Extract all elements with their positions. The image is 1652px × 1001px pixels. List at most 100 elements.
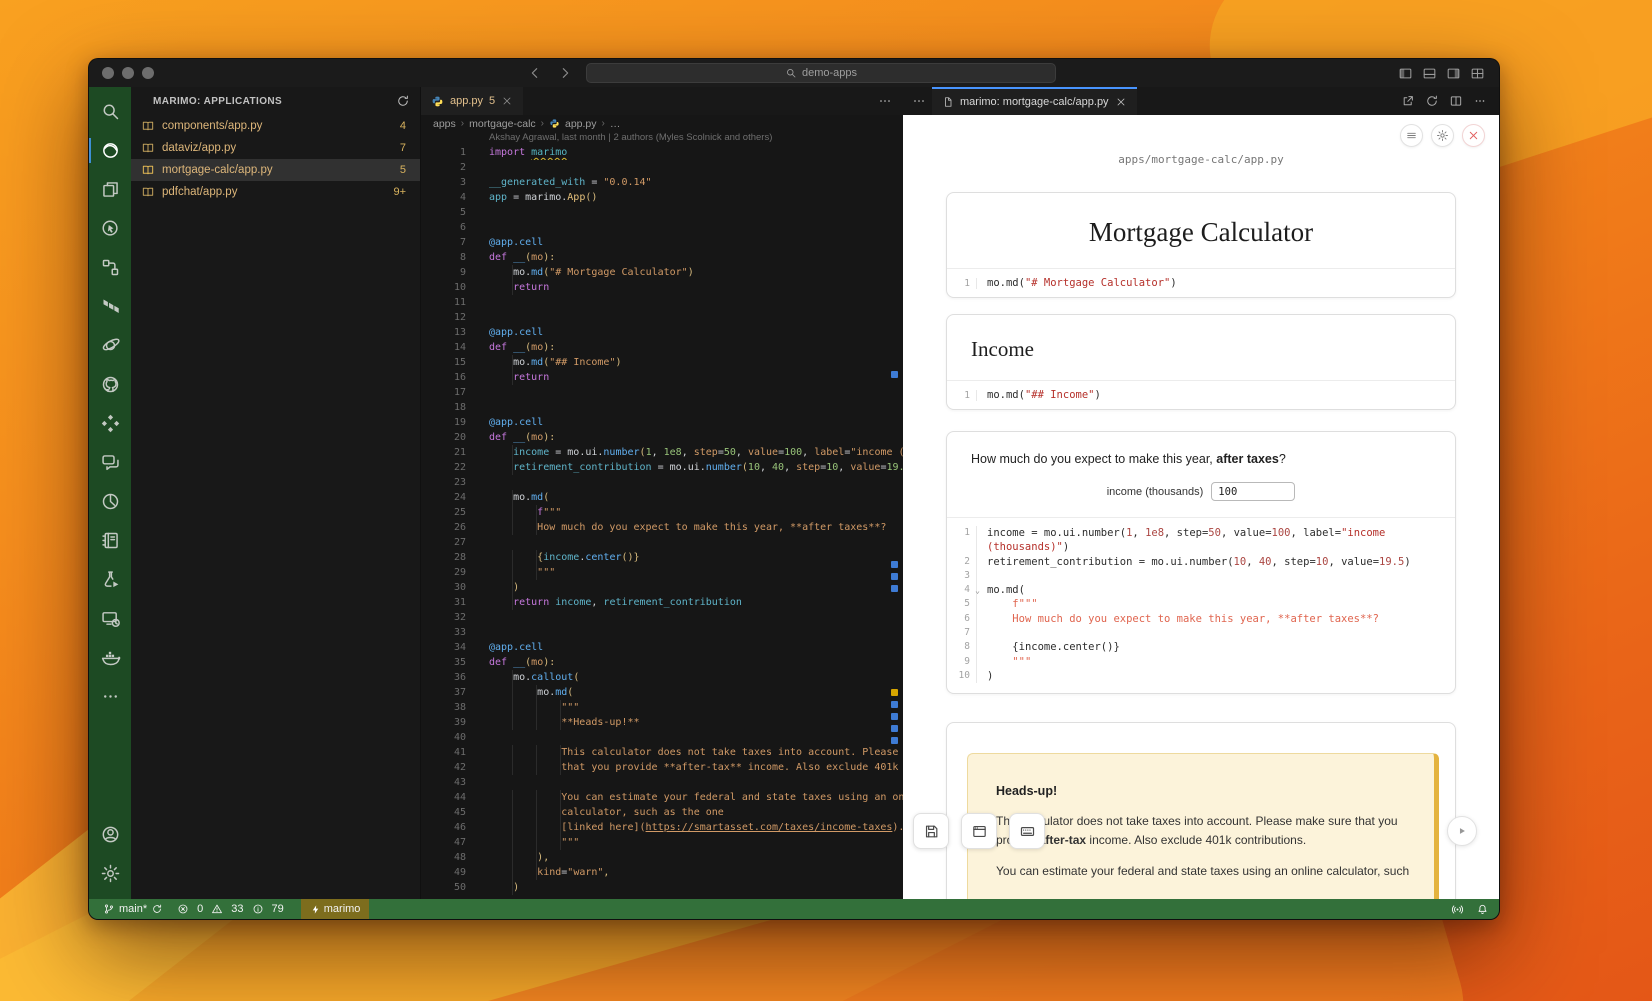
activity-item-explorer-copy[interactable] <box>89 170 131 209</box>
code-line[interactable]: 24 mo.md( <box>421 490 903 505</box>
code-line[interactable]: 10 return <box>421 280 903 295</box>
breadcrumb-item[interactable]: apps <box>433 118 456 130</box>
git-branch-status[interactable]: main* <box>99 899 167 919</box>
close-window-button[interactable] <box>102 67 114 79</box>
code-line[interactable]: 37 mo.md( <box>421 685 903 700</box>
activity-item-marimo[interactable] <box>89 131 131 170</box>
code-line[interactable]: 30 ) <box>421 580 903 595</box>
code-line[interactable]: 36 mo.callout( <box>421 670 903 685</box>
activity-item-diamonds[interactable] <box>89 404 131 443</box>
code-line[interactable]: 20def __(mo): <box>421 430 903 445</box>
close-tab-icon[interactable] <box>1115 96 1127 108</box>
breadcrumb-item[interactable]: … <box>610 118 621 130</box>
code-line[interactable]: 29 """ <box>421 565 903 580</box>
code-line[interactable]: 17 <box>421 385 903 400</box>
code-line[interactable]: 35def __(mo): <box>421 655 903 670</box>
code-line[interactable]: 11 <box>421 295 903 310</box>
toggle-panel-icon[interactable] <box>1422 66 1437 81</box>
toggle-secondary-sidebar-icon[interactable] <box>1446 66 1461 81</box>
activity-item-profiler[interactable] <box>89 482 131 521</box>
code-line[interactable]: 21 income = mo.ui.number(1, 1e8, step=50… <box>421 445 903 460</box>
settings-button[interactable] <box>1431 124 1454 147</box>
code-line[interactable]: 34@app.cell <box>421 640 903 655</box>
more-icon[interactable] <box>1473 94 1487 108</box>
code-line[interactable]: 18 <box>421 400 903 415</box>
code-line[interactable]: 2 <box>421 160 903 175</box>
code-editor[interactable]: 1import marimo23__generated_with = "0.0.… <box>421 145 903 899</box>
activity-item-test-run[interactable] <box>89 560 131 599</box>
run-app-button[interactable] <box>1447 816 1477 846</box>
code-line[interactable]: 16 return <box>421 370 903 385</box>
refresh-icon[interactable] <box>396 94 410 108</box>
command-center-search[interactable]: demo-apps <box>586 63 1056 83</box>
activity-item-remote-device[interactable] <box>89 599 131 638</box>
code-line[interactable]: 44 You can estimate your federal and sta… <box>421 790 903 805</box>
activity-item-comments[interactable] <box>89 443 131 482</box>
code-line[interactable]: 6 <box>421 220 903 235</box>
tab-app-py[interactable]: app.py 5 <box>421 87 523 115</box>
code-line[interactable]: 14def __(mo): <box>421 340 903 355</box>
menu-button[interactable] <box>1400 124 1423 147</box>
window-button[interactable] <box>961 813 997 849</box>
code-line[interactable]: 50 ) <box>421 880 903 895</box>
code-line[interactable]: 8def __(mo): <box>421 250 903 265</box>
code-line[interactable]: 42 that you provide **after-tax** income… <box>421 760 903 775</box>
save-button[interactable] <box>913 813 949 849</box>
breadcrumb-item[interactable]: mortgage-calc <box>469 118 536 130</box>
code-line[interactable]: 45 calculator, such as the one <box>421 805 903 820</box>
code-line[interactable]: 49 kind="warn", <box>421 865 903 880</box>
customize-layout-icon[interactable] <box>1470 66 1485 81</box>
tab-overflow-icon[interactable] <box>911 93 927 109</box>
sidebar-item-components-app-py[interactable]: components/app.py4 <box>131 115 420 137</box>
activity-item-terraform[interactable] <box>89 287 131 326</box>
code-line[interactable]: 4app = marimo.App() <box>421 190 903 205</box>
code-line[interactable]: 39 **Heads-up!** <box>421 715 903 730</box>
split-icon[interactable] <box>1449 94 1463 108</box>
code-line[interactable]: 7@app.cell <box>421 235 903 250</box>
code-line[interactable]: 26 How much do you expect to make this y… <box>421 520 903 535</box>
code-line[interactable]: 25 f""" <box>421 505 903 520</box>
marimo-status-badge[interactable]: marimo <box>301 899 370 919</box>
toggle-sidebar-icon[interactable] <box>1398 66 1413 81</box>
activity-item-docker[interactable] <box>89 638 131 677</box>
activity-item-more[interactable] <box>89 677 131 716</box>
editor-actions-more-icon[interactable] <box>877 93 893 109</box>
activity-item-run-inspector[interactable] <box>89 209 131 248</box>
activity-item-search[interactable] <box>89 92 131 131</box>
code-line[interactable]: 23 <box>421 475 903 490</box>
sidebar-item-dataviz-app-py[interactable]: dataviz/app.py7 <box>131 137 420 159</box>
code-line[interactable]: 3__generated_with = "0.0.14" <box>421 175 903 190</box>
sidebar-item-mortgage-calc-app-py[interactable]: mortgage-calc/app.py5 <box>131 159 420 181</box>
sidebar-item-pdfchat-app-py[interactable]: pdfchat/app.py9+ <box>131 181 420 203</box>
code-line[interactable]: 33 <box>421 625 903 640</box>
notifications-bell-icon[interactable] <box>1476 903 1489 916</box>
code-line[interactable]: 31 return income, retirement_contributio… <box>421 595 903 610</box>
maximize-window-button[interactable] <box>142 67 154 79</box>
code-line[interactable]: 5 <box>421 205 903 220</box>
activity-item-notebook[interactable] <box>89 521 131 560</box>
code-line[interactable]: 28 {income.center()} <box>421 550 903 565</box>
tab-marimo-webview[interactable]: marimo: mortgage-calc/app.py <box>932 87 1137 115</box>
code-line[interactable]: 19@app.cell <box>421 415 903 430</box>
code-line[interactable]: 41 This calculator does not take taxes i… <box>421 745 903 760</box>
breadcrumb-item[interactable]: app.py <box>565 118 597 130</box>
code-line[interactable]: 48 ), <box>421 850 903 865</box>
code-line[interactable]: 47 """ <box>421 835 903 850</box>
broadcast-icon[interactable] <box>1451 903 1464 916</box>
activity-item-components[interactable] <box>89 248 131 287</box>
activity-item-github[interactable] <box>89 365 131 404</box>
activity-item-settings[interactable] <box>89 854 131 893</box>
code-line[interactable]: 1import marimo <box>421 145 903 160</box>
code-line[interactable]: 9 mo.md("# Mortgage Calculator") <box>421 265 903 280</box>
activity-item-planet[interactable] <box>89 326 131 365</box>
code-line[interactable]: 40 <box>421 730 903 745</box>
code-line[interactable]: 27 <box>421 535 903 550</box>
history-back-icon[interactable] <box>527 65 543 81</box>
code-line[interactable]: 46 [linked here](https://smartasset.com/… <box>421 820 903 835</box>
breadcrumb[interactable]: apps›mortgage-calc›app.py›… <box>421 115 903 132</box>
refresh-icon[interactable] <box>1425 94 1439 108</box>
close-tab-icon[interactable] <box>501 95 513 107</box>
keyboard-button[interactable] <box>1009 813 1045 849</box>
activity-item-account[interactable] <box>89 815 131 854</box>
open-external-icon[interactable] <box>1401 94 1415 108</box>
